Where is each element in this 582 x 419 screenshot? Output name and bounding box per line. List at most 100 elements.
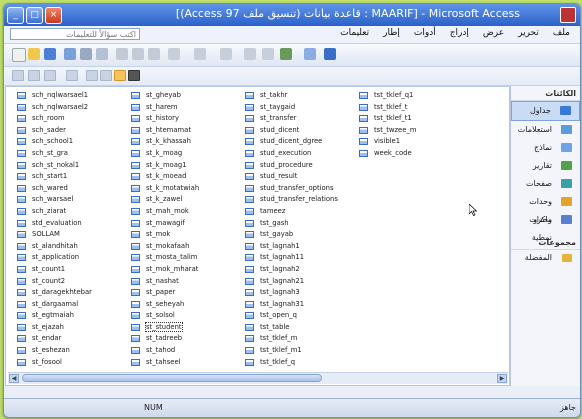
table-item[interactable]: st_count1 bbox=[16, 264, 126, 276]
table-item[interactable]: st_takhr bbox=[244, 90, 354, 102]
new-object-icon[interactable] bbox=[304, 48, 316, 60]
menu-view[interactable]: عرض bbox=[483, 28, 504, 38]
table-item[interactable]: st_mawagif bbox=[130, 218, 240, 230]
object-type-table[interactable]: جداول bbox=[511, 101, 580, 121]
table-item[interactable]: st_mah_mok bbox=[130, 206, 240, 218]
menu-file[interactable]: ملف bbox=[553, 28, 570, 38]
delete-icon[interactable] bbox=[66, 70, 78, 81]
open-object-icon[interactable] bbox=[12, 70, 24, 81]
table-item[interactable]: tst_tklef_m1 bbox=[244, 345, 354, 357]
table-item[interactable]: st_application bbox=[16, 252, 126, 264]
table-item[interactable]: stud_transfer_options bbox=[244, 183, 354, 195]
table-item[interactable]: stud_result bbox=[244, 171, 354, 183]
cut-icon[interactable] bbox=[116, 48, 128, 60]
table-item[interactable]: sch_warsael bbox=[16, 194, 126, 206]
table-item[interactable]: tst_lagnah21 bbox=[244, 276, 354, 288]
table-item[interactable]: st_dargaamal bbox=[16, 299, 126, 311]
table-item[interactable]: sch_start1 bbox=[16, 171, 126, 183]
open-icon[interactable] bbox=[28, 48, 40, 60]
minimize-button[interactable]: _ bbox=[7, 7, 24, 24]
access-app-icon[interactable] bbox=[560, 7, 576, 23]
list-view-icon[interactable] bbox=[114, 70, 126, 81]
scroll-left-icon[interactable]: ◀ bbox=[9, 374, 19, 383]
table-item[interactable]: st_k_zawel bbox=[130, 194, 240, 206]
table-item[interactable]: st_endar bbox=[16, 333, 126, 345]
table-item[interactable]: st_nashat bbox=[130, 276, 240, 288]
table-item[interactable]: st_daragekhtebar bbox=[16, 287, 126, 299]
table-item[interactable]: sch_wared bbox=[16, 183, 126, 195]
table-item[interactable]: st_seheyah bbox=[130, 299, 240, 311]
table-item[interactable]: std_evaluation bbox=[16, 218, 126, 230]
table-item[interactable]: st_tahod bbox=[130, 345, 240, 357]
scroll-right-icon[interactable]: ▶ bbox=[497, 374, 507, 383]
preview-icon[interactable] bbox=[96, 48, 108, 60]
help-search-input[interactable]: اكتب سؤالاً للتعليمات bbox=[10, 28, 140, 40]
table-item[interactable]: st_tadreeb bbox=[130, 333, 240, 345]
new-table-icon[interactable] bbox=[44, 70, 56, 81]
paste-icon[interactable] bbox=[148, 48, 160, 60]
table-item[interactable]: tst_tklef_m bbox=[244, 333, 354, 345]
table-item[interactable]: visible1 bbox=[358, 136, 468, 148]
table-item[interactable]: stud_dicent bbox=[244, 125, 354, 137]
table-item[interactable]: st_mosta_talim bbox=[130, 252, 240, 264]
print-icon[interactable] bbox=[80, 48, 92, 60]
help-icon[interactable] bbox=[324, 48, 336, 60]
new-icon[interactable] bbox=[12, 48, 26, 62]
table-item[interactable]: st_student bbox=[130, 321, 240, 334]
table-item[interactable]: st_k_moag1 bbox=[130, 160, 240, 172]
table-item[interactable]: tst_open_q bbox=[244, 310, 354, 322]
table-item[interactable]: sch_nqlwarsael2 bbox=[16, 102, 126, 114]
table-item[interactable]: tst_lagnah3 bbox=[244, 287, 354, 299]
table-item[interactable]: st_tahseel bbox=[130, 357, 240, 369]
copy-icon[interactable] bbox=[132, 48, 144, 60]
object-type-form[interactable]: نماذج bbox=[511, 139, 580, 157]
table-item[interactable]: sch_ziarat bbox=[16, 206, 126, 218]
small-icons-icon[interactable] bbox=[100, 70, 112, 81]
properties-icon[interactable] bbox=[262, 48, 274, 60]
table-item[interactable]: st_k_moag bbox=[130, 148, 240, 160]
table-item[interactable]: sch_school1 bbox=[16, 136, 126, 148]
table-item[interactable]: st_paper bbox=[130, 287, 240, 299]
table-item[interactable]: stud_transfer_relations bbox=[244, 194, 354, 206]
table-item[interactable]: st_transfer bbox=[244, 113, 354, 125]
table-item[interactable]: tst_twzee_m bbox=[358, 125, 468, 137]
menu-insert[interactable]: إدراج bbox=[450, 28, 469, 38]
table-item[interactable]: st_htemamat bbox=[130, 125, 240, 137]
table-item[interactable]: tst_gayab bbox=[244, 229, 354, 241]
menu-help[interactable]: تعليمات bbox=[340, 28, 369, 38]
relationships-icon[interactable] bbox=[280, 48, 292, 60]
table-item[interactable]: st_alandhitah bbox=[16, 241, 126, 253]
table-item[interactable]: st_harem bbox=[130, 102, 240, 114]
table-item[interactable]: tst_lagnah11 bbox=[244, 252, 354, 264]
object-type-query[interactable]: استعلامات bbox=[511, 121, 580, 139]
table-item[interactable]: sch_room bbox=[16, 113, 126, 125]
table-item[interactable]: tst_tklef_q1 bbox=[358, 90, 468, 102]
close-button[interactable]: × bbox=[45, 7, 62, 24]
table-item[interactable]: tameez bbox=[244, 206, 354, 218]
table-item[interactable]: st_k_khassah bbox=[130, 136, 240, 148]
scroll-thumb[interactable] bbox=[22, 374, 322, 382]
menu-tools[interactable]: أدوات bbox=[414, 28, 436, 38]
table-item[interactable]: st_mok_mharat bbox=[130, 264, 240, 276]
table-item[interactable]: sch_sader bbox=[16, 125, 126, 137]
table-item[interactable]: st_history bbox=[130, 113, 240, 125]
undo-icon[interactable] bbox=[168, 48, 180, 60]
table-item[interactable]: stud_execution bbox=[244, 148, 354, 160]
save-icon[interactable] bbox=[44, 48, 56, 60]
table-item[interactable]: tst_table bbox=[244, 322, 354, 334]
table-item[interactable]: tst_tklef_q bbox=[244, 357, 354, 369]
table-item[interactable]: st_egtmaiah bbox=[16, 310, 126, 322]
large-icons-icon[interactable] bbox=[86, 70, 98, 81]
table-item[interactable]: st_eshezan bbox=[16, 345, 126, 357]
table-item[interactable]: sch_st_nokal1 bbox=[16, 160, 126, 172]
table-item[interactable]: st_solsol bbox=[130, 310, 240, 322]
object-type-macro[interactable]: وحدات ماكرو bbox=[511, 193, 580, 224]
maximize-button[interactable]: □ bbox=[26, 7, 43, 24]
table-item[interactable]: sch_st_gra bbox=[16, 148, 126, 160]
table-item[interactable]: st_gheyab bbox=[130, 90, 240, 102]
details-view-icon[interactable] bbox=[128, 70, 140, 81]
menu-edit[interactable]: تحرير bbox=[518, 28, 539, 38]
title-bar[interactable]: _ □ × Microsoft Access - [MAARIF : قاعدة… bbox=[4, 4, 580, 26]
analyze-icon[interactable] bbox=[220, 48, 232, 60]
table-item[interactable]: tst_lagnah31 bbox=[244, 299, 354, 311]
